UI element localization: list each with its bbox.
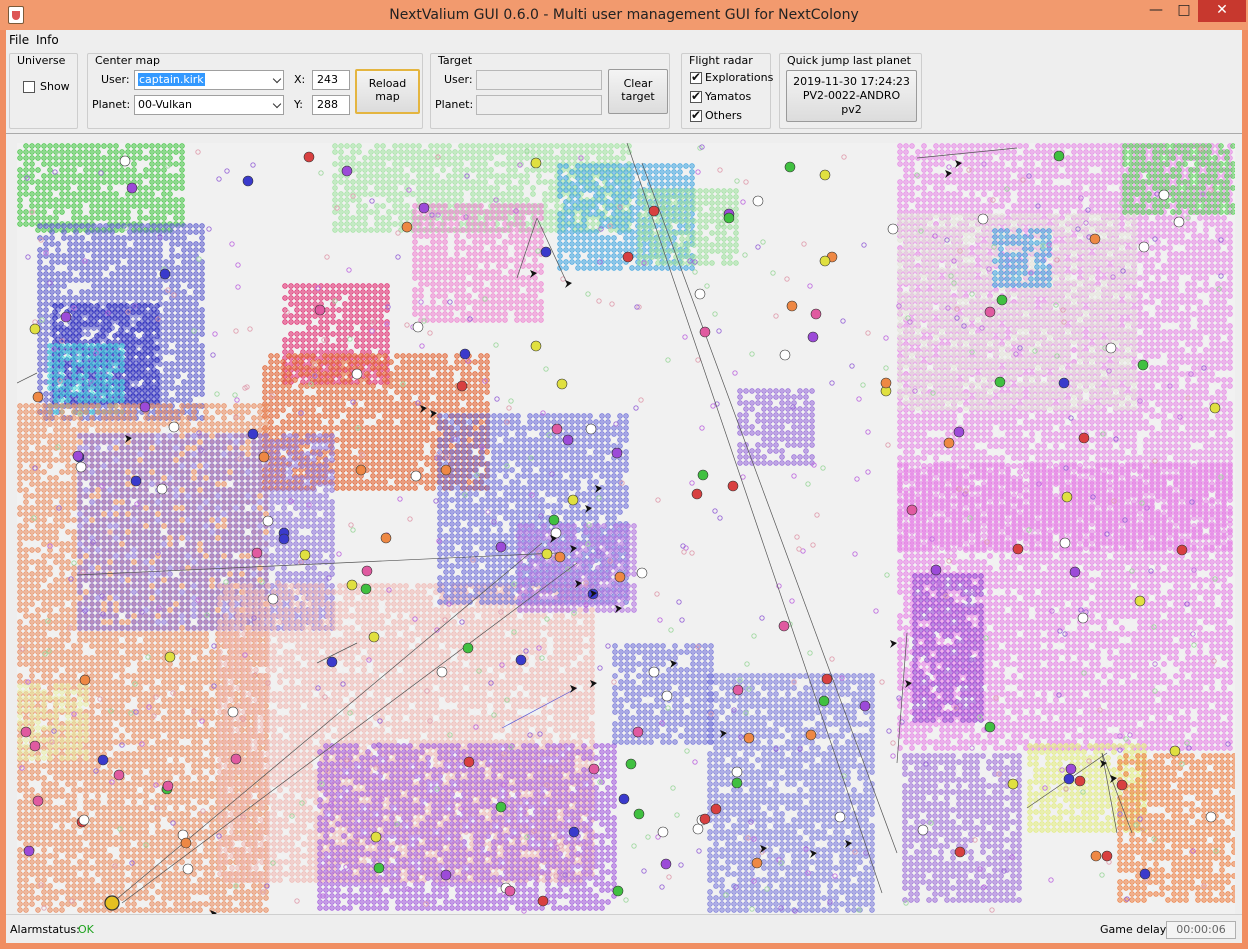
target-user-field[interactable] <box>476 70 602 90</box>
minimize-button[interactable]: — <box>1142 0 1170 22</box>
universe-show-label: Show <box>40 80 70 93</box>
galaxy-map[interactable] <box>17 143 1235 916</box>
maximize-button[interactable]: □ <box>1170 0 1198 22</box>
universe-group: Universe Show <box>9 53 78 129</box>
center-planet-label: Planet: <box>92 98 130 111</box>
target-planet-label: Planet: <box>435 98 473 111</box>
clear-label-line2: target <box>609 90 667 103</box>
chevron-down-icon <box>273 75 281 83</box>
menu-bar: File Info <box>6 30 1242 50</box>
quick-jump-group: Quick jump last planet 2019-11-30 17:24:… <box>779 53 922 129</box>
game-delay-label: Game delay: <box>1100 923 1169 936</box>
yamatos-label: Yamatos <box>705 90 751 103</box>
universe-show-checkbox[interactable] <box>23 81 35 93</box>
close-button[interactable]: ✕ <box>1198 0 1246 22</box>
reload-map-button[interactable]: Reload map <box>355 69 420 114</box>
menu-file[interactable]: File <box>9 33 29 47</box>
target-title: Target <box>436 54 474 67</box>
control-toolbar: Universe Show Center map User: captain.k… <box>6 50 1242 134</box>
quick-jump-timestamp: 2019-11-30 17:24:23 <box>787 75 916 89</box>
target-user-label: User: <box>444 73 473 86</box>
quick-jump-planet: PV2-0022-ANDRO <box>787 89 916 103</box>
explorations-checkbox[interactable] <box>690 72 702 84</box>
galaxy-map-canvas[interactable] <box>17 143 1235 916</box>
center-planet-value: 00-Vulkan <box>138 98 192 111</box>
center-planet-select[interactable]: 00-Vulkan <box>134 95 284 115</box>
center-map-group: Center map User: captain.kirk Planet: 00… <box>87 53 423 129</box>
chevron-down-icon <box>273 100 281 108</box>
target-group: Target User: Planet: Clear target <box>430 53 670 129</box>
window-title: NextValium GUI 0.6.0 - Multi user manage… <box>0 0 1248 30</box>
menu-info[interactable]: Info <box>36 33 59 47</box>
title-bar[interactable]: NextValium GUI 0.6.0 - Multi user manage… <box>0 0 1248 30</box>
x-label: X: <box>294 73 305 86</box>
universe-title: Universe <box>15 54 67 67</box>
y-label: Y: <box>294 98 303 111</box>
clear-label-line1: Clear <box>609 77 667 90</box>
status-bar: Alarmstatus: OK Game delay: 00:00:06 <box>6 914 1242 943</box>
others-checkbox[interactable] <box>690 110 702 122</box>
center-map-title: Center map <box>93 54 162 67</box>
y-coordinate-input[interactable]: 288 <box>312 95 350 115</box>
quick-jump-title: Quick jump last planet <box>785 54 913 67</box>
clear-target-button[interactable]: Clear target <box>608 69 668 114</box>
center-user-value: captain.kirk <box>138 73 205 86</box>
home-planet-marker <box>105 896 119 910</box>
center-user-label: User: <box>101 73 130 86</box>
others-label: Others <box>705 109 742 122</box>
target-planet-field[interactable] <box>476 95 602 115</box>
explorations-label: Explorations <box>705 71 773 84</box>
reload-label-line1: Reload <box>357 77 418 90</box>
x-coordinate-input[interactable]: 243 <box>312 70 350 90</box>
alarm-status-value: OK <box>78 923 94 936</box>
quick-jump-button[interactable]: 2019-11-30 17:24:23 PV2-0022-ANDRO pv2 <box>786 70 917 122</box>
alarm-status-label: Alarmstatus: <box>10 923 80 936</box>
yamatos-checkbox[interactable] <box>690 91 702 103</box>
client-area: File Info Universe Show Center map User:… <box>6 30 1242 943</box>
flight-radar-group: Flight radar Explorations Yamatos Others <box>681 53 771 129</box>
quick-jump-user: pv2 <box>787 103 916 117</box>
application-window: NextValium GUI 0.6.0 - Multi user manage… <box>0 0 1248 949</box>
flight-radar-title: Flight radar <box>687 54 755 67</box>
game-delay-value: 00:00:06 <box>1166 921 1236 939</box>
center-user-select[interactable]: captain.kirk <box>134 70 284 90</box>
reload-label-line2: map <box>357 90 418 103</box>
